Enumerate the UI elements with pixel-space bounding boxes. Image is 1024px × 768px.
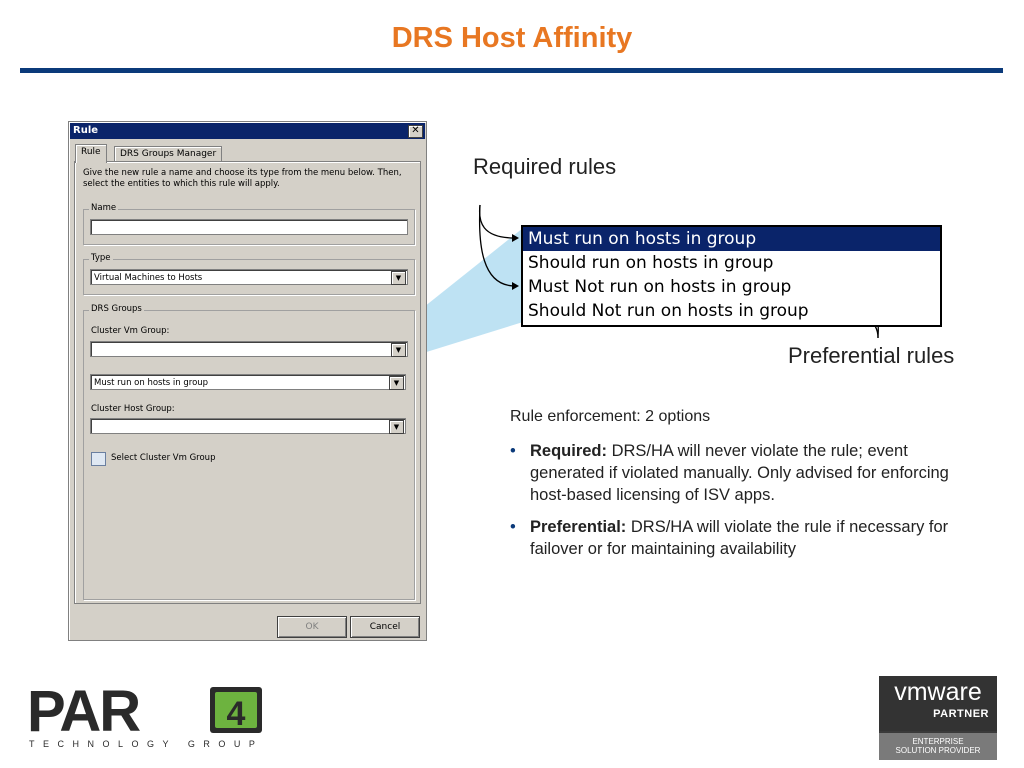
host-group-label: Cluster Host Group: xyxy=(91,404,175,414)
vm-group-label: Cluster Vm Group: xyxy=(91,326,170,336)
vm-group-select[interactable]: ▼ xyxy=(90,341,408,357)
dialog-title: Rule xyxy=(73,125,99,136)
bullet-icon: • xyxy=(510,518,516,536)
preferential-rules-label: Preferential rules xyxy=(788,343,955,368)
type-select[interactable]: Virtual Machines to Hosts ▼ xyxy=(90,269,408,285)
name-input[interactable] xyxy=(90,219,408,235)
required-arrow-2 xyxy=(478,204,516,287)
rule-type-value: Must run on hosts in group xyxy=(94,378,209,388)
chevron-down-icon[interactable]: ▼ xyxy=(391,271,406,285)
tab-rule[interactable]: Rule xyxy=(75,144,107,163)
enforcement-heading: Rule enforcement: 2 options xyxy=(510,408,711,425)
drs-groups-label: DRS Groups xyxy=(89,304,144,314)
dialog-titlebar[interactable]: Rule ✕ xyxy=(70,123,425,139)
vmware-name: vmware xyxy=(894,678,982,706)
list-item: • Required: DRS/HA will never violate the… xyxy=(510,440,980,506)
menu-item-should-run[interactable]: Should run on hosts in group xyxy=(523,251,940,275)
par4-digit: 4 xyxy=(227,695,246,733)
rule-dialog: Rule ✕ Rule DRS Groups Manager Give the … xyxy=(68,121,427,641)
status-text: Select Cluster Vm Group xyxy=(111,453,216,463)
rule-type-menu: Must run on hosts in group Should run on… xyxy=(521,225,942,327)
vmware-partner-logo: vmware PARTNER ENTERPRISE SOLUTION PROVI… xyxy=(879,676,997,760)
required-term: Required: xyxy=(530,442,608,460)
required-arrow-1 xyxy=(478,204,516,239)
ok-button[interactable]: OK xyxy=(277,616,347,638)
par4-subtitle: TECHNOLOGY GROUP xyxy=(29,739,263,749)
cancel-button[interactable]: Cancel xyxy=(350,616,420,638)
menu-item-should-not-run[interactable]: Should Not run on hosts in group xyxy=(523,299,940,323)
host-group-select[interactable]: ▼ xyxy=(90,418,406,434)
menu-item-must-run[interactable]: Must run on hosts in group xyxy=(523,227,940,251)
list-item: • Preferential: DRS/HA will violate the r… xyxy=(510,516,980,560)
menu-item-must-not-run[interactable]: Must Not run on hosts in group xyxy=(523,275,940,299)
slide-title: DRS Host Affinity xyxy=(391,22,633,54)
type-select-value: Virtual Machines to Hosts xyxy=(94,273,203,283)
enforcement-list: • Required: DRS/HA will never violate the… xyxy=(510,440,980,570)
info-icon xyxy=(91,452,106,466)
chevron-down-icon[interactable]: ▼ xyxy=(389,376,404,390)
chevron-down-icon[interactable]: ▼ xyxy=(391,343,406,357)
vmware-partner: PARTNER xyxy=(933,708,989,720)
chevron-down-icon[interactable]: ▼ xyxy=(389,420,404,434)
close-button[interactable]: ✕ xyxy=(408,125,423,138)
vmware-tier-1: ENTERPRISE xyxy=(912,737,964,746)
rule-type-select[interactable]: Must run on hosts in group ▼ xyxy=(90,374,406,390)
vmware-tier-2: SOLUTION PROVIDER xyxy=(895,746,981,755)
tab-drs-groups-manager[interactable]: DRS Groups Manager xyxy=(114,146,223,162)
type-group-label: Type xyxy=(89,253,113,263)
required-rules-label: Required rules xyxy=(473,154,617,179)
dialog-description: Give the new rule a name and choose its … xyxy=(83,168,402,189)
bullet-icon: • xyxy=(510,442,516,460)
name-group-label: Name xyxy=(89,203,119,213)
preferential-term: Preferential: xyxy=(530,518,627,536)
par4-text: PAR xyxy=(27,683,140,744)
title-underline xyxy=(20,68,1003,73)
par4-logo: PAR 4 TECHNOLOGY GROUP xyxy=(27,683,263,749)
